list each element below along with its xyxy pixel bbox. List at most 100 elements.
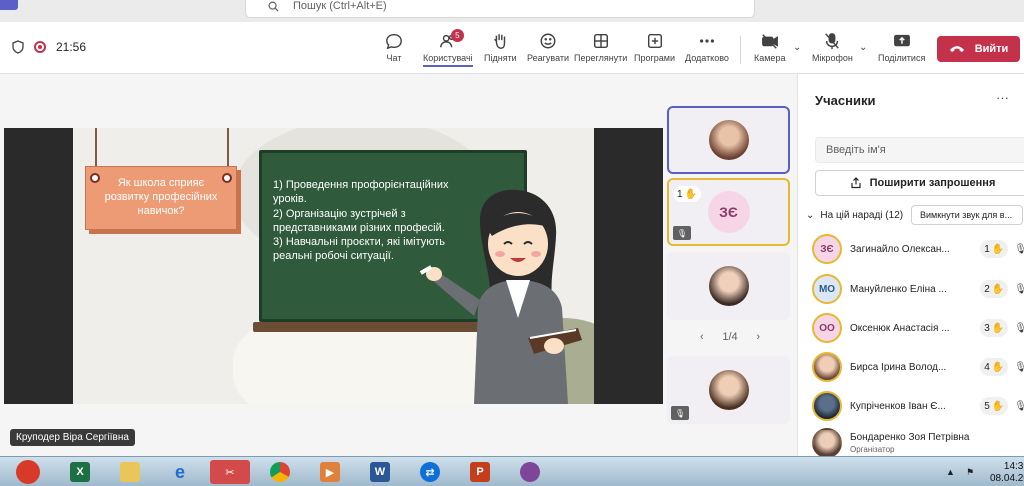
taskbar-word[interactable]: W	[360, 460, 400, 484]
prev-page-button[interactable]: ‹	[700, 331, 704, 343]
taskbar-chrome[interactable]	[260, 460, 300, 484]
raised-hand-badge: 1 ✋	[980, 240, 1009, 258]
mic-options-chevron-icon[interactable]: ⌄	[859, 42, 867, 53]
participant-row[interactable]: Купріченков Іван Є... 5 ✋ 🎙	[812, 389, 1024, 423]
participant-avatar	[708, 370, 749, 410]
mic-off-icon: 🎙	[1014, 400, 1024, 412]
video-tile-speaking[interactable]	[667, 106, 790, 174]
panel-more-button[interactable]: ···	[996, 90, 1009, 105]
share-invite-button[interactable]: Поширити запрошення	[815, 170, 1024, 196]
mic-off-icon: 🎙	[671, 406, 689, 420]
participant-row[interactable]: ЗЄ Загинайло Олексан... 1 ✋ 🎙	[812, 232, 1024, 266]
next-page-button[interactable]: ›	[756, 331, 760, 343]
mic-off-icon	[825, 33, 840, 50]
tray-flag-icon[interactable]: ⚑	[966, 467, 974, 478]
mic-off-icon: 🎙	[673, 226, 691, 240]
participant-name: Оксенюк Анастасія ...	[850, 322, 950, 334]
powerpoint-icon: P	[470, 462, 490, 482]
presenter-name: Круподер Віра Сергіївна	[10, 429, 135, 446]
people-button[interactable]: 5 Користувачі	[423, 29, 473, 67]
hand-icon: ✋	[991, 322, 1005, 334]
sign-string	[227, 128, 229, 168]
shared-screen[interactable]: Як школа сприяє розвитку професійних нав…	[4, 128, 663, 404]
gallery-pager: ‹ 1/4 ›	[700, 331, 760, 343]
participant-name: Бондаренко Зоя Петрівна Організатор	[850, 432, 1000, 454]
folder-icon	[120, 462, 140, 482]
taskbar-snipping[interactable]: ✂	[210, 460, 250, 484]
mic-off-icon: 🎙	[1014, 361, 1024, 373]
more-dots-icon	[699, 39, 714, 43]
share-screen-icon	[893, 34, 910, 47]
participant-row[interactable]: Бондаренко Зоя Петрівна Організатор	[812, 426, 1024, 460]
taskbar-explorer[interactable]	[110, 460, 150, 484]
meeting-status: 21:56	[12, 40, 86, 54]
start-orb-icon	[16, 460, 40, 484]
raise-hand-button[interactable]: Підняти	[484, 32, 517, 63]
scissors-icon: ✂	[225, 466, 235, 479]
search-placeholder: Пошук (Ctrl+Alt+E)	[293, 0, 387, 12]
participant-row[interactable]: МО Мануйленко Еліна ... 2 ✋ 🎙	[812, 272, 1024, 306]
avatar	[812, 391, 842, 421]
chat-button[interactable]: Чат	[385, 32, 403, 63]
raised-hand-badge: 4 ✋	[980, 358, 1009, 376]
chat-icon	[386, 33, 402, 50]
excel-icon: X	[70, 462, 90, 482]
hand-icon: ✋	[991, 400, 1005, 412]
word-icon: W	[370, 462, 390, 482]
presentation-slide: Як школа сприяє розвитку професійних нав…	[73, 128, 594, 404]
taskbar-media[interactable]: ▶	[310, 460, 350, 484]
taskbar-excel[interactable]: X	[60, 460, 100, 484]
video-tile[interactable]	[667, 252, 790, 320]
react-button[interactable]: Реагувати	[527, 32, 569, 63]
participant-name: Мануйленко Еліна ...	[850, 283, 947, 295]
participant-avatar	[708, 266, 749, 306]
hand-icon: ✋	[991, 361, 1005, 373]
camera-button[interactable]: Камера	[754, 32, 785, 63]
participant-name: Купріченков Іван Є...	[850, 400, 946, 412]
onion-icon	[520, 462, 540, 482]
hand-icon: ✋	[991, 243, 1005, 255]
play-icon: ▶	[320, 462, 340, 482]
participant-initials: ЗЄ	[707, 191, 750, 233]
avatar: МО	[812, 274, 842, 304]
apps-button[interactable]: Програми	[634, 32, 675, 63]
video-tile[interactable]: 🎙	[667, 356, 790, 424]
taskbar-powerpoint[interactable]: P	[460, 460, 500, 484]
grid-icon	[593, 33, 608, 49]
more-button[interactable]: Додатково	[685, 32, 729, 63]
leave-button[interactable]: Вийти	[937, 36, 1020, 62]
teamviewer-icon: ⇄	[420, 462, 440, 482]
taskbar-teamviewer[interactable]: ⇄	[410, 460, 450, 484]
pin-icon	[90, 173, 100, 183]
mic-button[interactable]: Мікрофон	[812, 32, 853, 63]
search-icon	[268, 1, 279, 12]
in-meeting-group-toggle[interactable]: ⌄ На цій нараді (12)	[806, 210, 903, 221]
video-tile-raised-hand[interactable]: 1 ✋ ЗЄ 🎙	[667, 178, 790, 246]
meeting-timer: 21:56	[56, 40, 87, 54]
start-button[interactable]	[8, 460, 48, 484]
chrome-icon	[270, 462, 290, 482]
participant-search-input[interactable]: Введіть ім'я	[815, 137, 1024, 163]
page-indicator: 1/4	[722, 331, 738, 343]
tray-expand-icon[interactable]: ▲	[946, 467, 955, 477]
slide-question-sign: Як школа сприяє розвитку професійних нав…	[85, 166, 237, 230]
camera-options-chevron-icon[interactable]: ⌄	[793, 42, 801, 53]
view-button[interactable]: Переглянути	[574, 32, 627, 63]
share-button[interactable]: Поділитися	[878, 32, 925, 63]
avatar	[812, 352, 842, 382]
hand-icon: ✋	[684, 188, 698, 200]
taskbar-ie[interactable]: e	[160, 460, 200, 484]
raised-hand-badge: 2 ✋	[980, 280, 1009, 298]
participant-row[interactable]: Бирса Ірина Волод... 4 ✋ 🎙	[812, 350, 1024, 384]
search-input[interactable]: Пошук (Ctrl+Alt+E)	[245, 0, 755, 18]
mute-all-button[interactable]: Вимкнути звук для в...	[911, 205, 1023, 225]
taskbar-tor[interactable]	[510, 460, 550, 484]
participant-avatar	[708, 120, 749, 160]
participants-panel: Учасники ··· Введіть ім'я Поширити запро…	[797, 74, 1024, 458]
mic-off-icon: 🎙	[1014, 243, 1024, 255]
panel-title: Учасники	[815, 93, 876, 108]
taskbar-clock[interactable]: 14:39 08.04.20	[990, 461, 1024, 485]
pin-icon	[222, 173, 232, 183]
participant-row[interactable]: ОО Оксенюк Анастасія ... 3 ✋ 🎙	[812, 311, 1024, 345]
windows-taskbar: X e ✂ ▶ W ⇄ P ▲ ⚑ 14:39 08.04.20	[0, 456, 1024, 486]
